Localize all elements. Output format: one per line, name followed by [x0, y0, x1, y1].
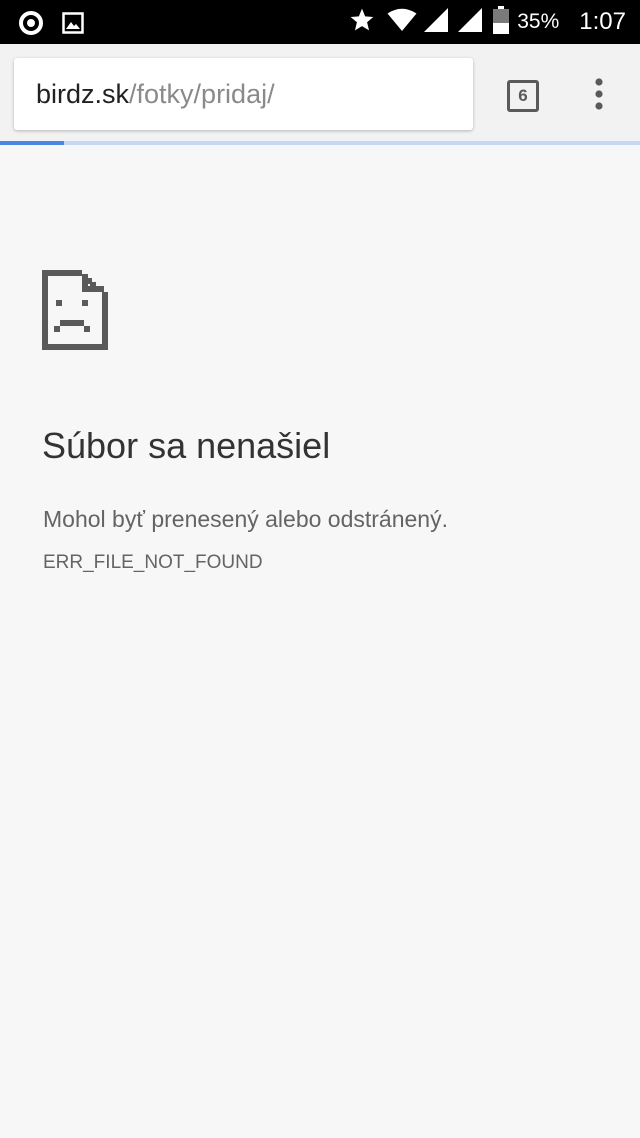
page-load-progress — [0, 141, 640, 145]
error-description: Mohol byť prenesený alebo odstránený. — [43, 506, 448, 532]
error-title: Súbor sa nenašiel — [42, 425, 331, 466]
clock: 1:07 — [579, 8, 626, 35]
browser-toolbar: birdz.sk/fotky/pridaj/ 6 — [0, 44, 640, 142]
error-code: ERR_FILE_NOT_FOUND — [43, 552, 263, 573]
more-menu-button[interactable] — [584, 76, 614, 112]
sad-file-icon — [42, 270, 108, 350]
image-icon — [62, 12, 84, 39]
page-load-progress-fill — [0, 141, 64, 145]
battery-icon — [493, 5, 510, 39]
tab-switcher-button[interactable]: 6 — [507, 80, 539, 112]
url-domain: birdz.sk — [36, 78, 130, 109]
status-bar: 35% 1:07 — [0, 0, 640, 44]
url-path: /fotky/pridaj/ — [129, 78, 275, 109]
battery-percent: 35% — [517, 10, 560, 33]
signal-icon — [423, 7, 449, 38]
address-bar[interactable]: birdz.sk/fotky/pridaj/ — [14, 58, 473, 130]
status-right-icons: 35% 1:07 — [349, 0, 626, 44]
signal-icon — [457, 7, 483, 38]
wifi-icon — [387, 8, 417, 37]
more-vertical-icon — [584, 78, 614, 116]
url-text[interactable]: birdz.sk/fotky/pridaj/ — [36, 79, 275, 110]
record-icon — [18, 10, 44, 41]
tab-count: 6 — [518, 86, 528, 105]
star-icon — [349, 7, 375, 38]
status-left-icons — [18, 10, 84, 41]
